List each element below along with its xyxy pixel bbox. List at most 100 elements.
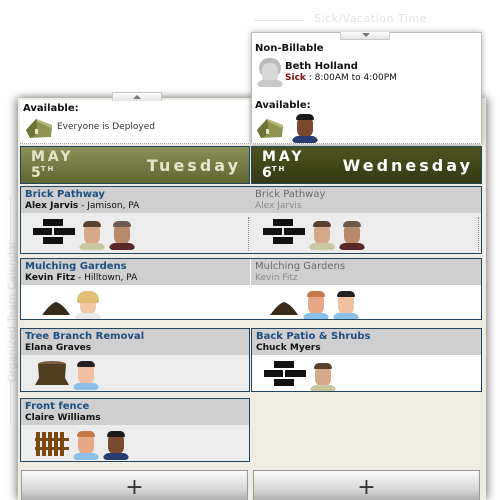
job-card-front-fence[interactable]: Front fence Claire Williams <box>20 398 250 462</box>
job-client: Kevin Fitz - Hilltown, PA <box>25 273 246 284</box>
sick-hours: 8:00AM to 4:00PM <box>314 73 397 83</box>
chevron-down-icon <box>362 33 370 37</box>
job-client: Chuck Myers <box>256 343 477 354</box>
divider <box>254 20 304 21</box>
non-billable-person[interactable]: Beth Holland <box>285 61 358 72</box>
divider <box>10 380 11 425</box>
mulch-icon <box>41 300 71 319</box>
avatar-crew[interactable] <box>73 430 99 460</box>
avatar-crew[interactable] <box>309 220 335 250</box>
tuesday-availability: Available: Everyone is Deployed <box>20 100 249 144</box>
fence-icon <box>35 430 69 460</box>
expand-availability-toggle[interactable] <box>340 32 390 40</box>
job-card-back-patio-shrubs[interactable]: Back Patio & Shrubs Chuck Myers <box>251 328 482 392</box>
brick-icon <box>33 218 75 250</box>
day-number: 6TH <box>262 165 286 181</box>
job-crew <box>41 290 101 319</box>
job-card-header: Mulching Gardens Kevin Fitz - Hilltown, … <box>21 259 250 285</box>
avatar-crew[interactable] <box>73 360 99 390</box>
non-billable-label: Non-Billable <box>255 43 324 54</box>
day-suffix: TH <box>40 165 56 173</box>
tent-icon[interactable] <box>24 116 54 144</box>
job-client: Alex Jarvis <box>255 201 302 211</box>
job-crew <box>264 360 336 391</box>
client-name: Alex Jarvis <box>25 201 79 211</box>
sick-vacation-title: Sick/Vacation Time <box>252 12 500 28</box>
avatar-beth-holland[interactable] <box>257 57 283 87</box>
client-name: Elana Graves <box>25 343 92 353</box>
side-calendar-label: Organized Team Calendar <box>5 240 19 383</box>
client-name: Claire Williams <box>25 413 101 423</box>
tent-icon[interactable] <box>255 116 285 144</box>
wednesday-availability: Non-Billable Beth Holland Sick : 8:00AM … <box>251 32 482 144</box>
job-crew <box>33 218 135 250</box>
collapse-availability-toggle[interactable] <box>112 92 162 101</box>
sick-status-line: Sick : 8:00AM to 4:00PM <box>285 73 397 83</box>
day-value: 6 <box>262 165 272 181</box>
plus-icon: + <box>125 475 144 500</box>
avatar-crew[interactable] <box>310 362 336 391</box>
job-title: Mulching Gardens <box>255 261 346 272</box>
job-card-header: Brick Pathway Alex Jarvis <box>251 187 481 213</box>
job-card-tree-branch-removal[interactable]: Tree Branch Removal Elana Graves <box>20 328 250 392</box>
job-crew <box>269 290 359 319</box>
empty-drop-zone[interactable] <box>251 396 482 462</box>
job-title: Back Patio & Shrubs <box>256 331 371 342</box>
avatar-crew[interactable] <box>79 220 105 250</box>
job-title: Tree Branch Removal <box>25 331 145 342</box>
job-card-brick-pathway-continued[interactable]: Brick Pathway Alex Jarvis <box>251 186 482 254</box>
weekday-label: Tuesday <box>146 156 241 175</box>
avatar-crew[interactable] <box>109 220 135 250</box>
weekday-label: Wednesday <box>342 156 473 175</box>
day-header-wednesday: MAY 6TH Wednesday <box>251 146 482 184</box>
job-title: Brick Pathway <box>255 189 326 200</box>
chevron-up-icon <box>133 95 141 99</box>
sick-vacation-label: Sick/Vacation Time <box>314 12 427 25</box>
available-label: Available: <box>255 100 311 111</box>
job-card-mulching-gardens-continued[interactable]: Mulching Gardens Kevin Fitz <box>251 258 482 320</box>
job-client: Kevin Fitz <box>255 273 298 283</box>
add-job-tuesday-button[interactable]: + <box>21 470 248 500</box>
day-number: 5TH <box>31 165 55 181</box>
job-crew <box>35 430 129 460</box>
job-client: Alex Jarvis - Jamison, PA <box>25 201 247 212</box>
job-card-header: Tree Branch Removal Elana Graves <box>21 329 249 355</box>
separator: : <box>305 73 315 83</box>
job-client: Claire Williams <box>25 413 245 424</box>
job-card-header: Back Patio & Shrubs Chuck Myers <box>252 329 481 355</box>
client-name: Kevin Fitz <box>25 273 76 283</box>
avatar-crew[interactable] <box>339 220 365 250</box>
side-calendar-title: Organized Team Calendar <box>2 195 19 455</box>
avatar-crew[interactable] <box>333 290 359 319</box>
job-card-header: Front fence Claire Williams <box>21 399 249 425</box>
brick-icon <box>264 360 306 391</box>
avatar-available-worker[interactable] <box>292 113 318 143</box>
job-title: Mulching Gardens <box>25 261 127 272</box>
job-title: Brick Pathway <box>25 189 105 200</box>
client-location: - Hilltown, PA <box>75 273 138 283</box>
client-location: - Jamison, PA <box>78 201 140 211</box>
job-card-header: Mulching Gardens Kevin Fitz <box>251 259 481 285</box>
job-crew <box>35 360 99 390</box>
sick-status: Sick <box>285 73 306 83</box>
job-title: Front fence <box>25 401 90 412</box>
everyone-deployed-text: Everyone is Deployed <box>57 122 155 132</box>
brick-icon <box>263 218 305 250</box>
continuation-marker <box>248 217 249 251</box>
avatar-crew[interactable] <box>75 290 101 319</box>
continuation-marker <box>478 217 479 251</box>
avatar-crew[interactable] <box>103 430 129 460</box>
job-crew <box>263 218 365 250</box>
job-card-header: Brick Pathway Alex Jarvis - Jamison, PA <box>21 187 251 213</box>
add-job-wednesday-button[interactable]: + <box>253 470 480 500</box>
client-name: Chuck Myers <box>256 343 321 353</box>
plus-icon: + <box>357 475 376 500</box>
mulch-icon <box>269 300 299 319</box>
available-label: Available: <box>23 103 79 114</box>
job-card-brick-pathway[interactable]: Brick Pathway Alex Jarvis - Jamison, PA <box>20 186 251 254</box>
day-value: 5 <box>31 165 41 181</box>
avatar-crew[interactable] <box>303 290 329 319</box>
month-label: MAY <box>262 149 305 165</box>
month-label: MAY <box>31 149 74 165</box>
day-header-tuesday: MAY 5TH Tuesday <box>20 146 250 184</box>
